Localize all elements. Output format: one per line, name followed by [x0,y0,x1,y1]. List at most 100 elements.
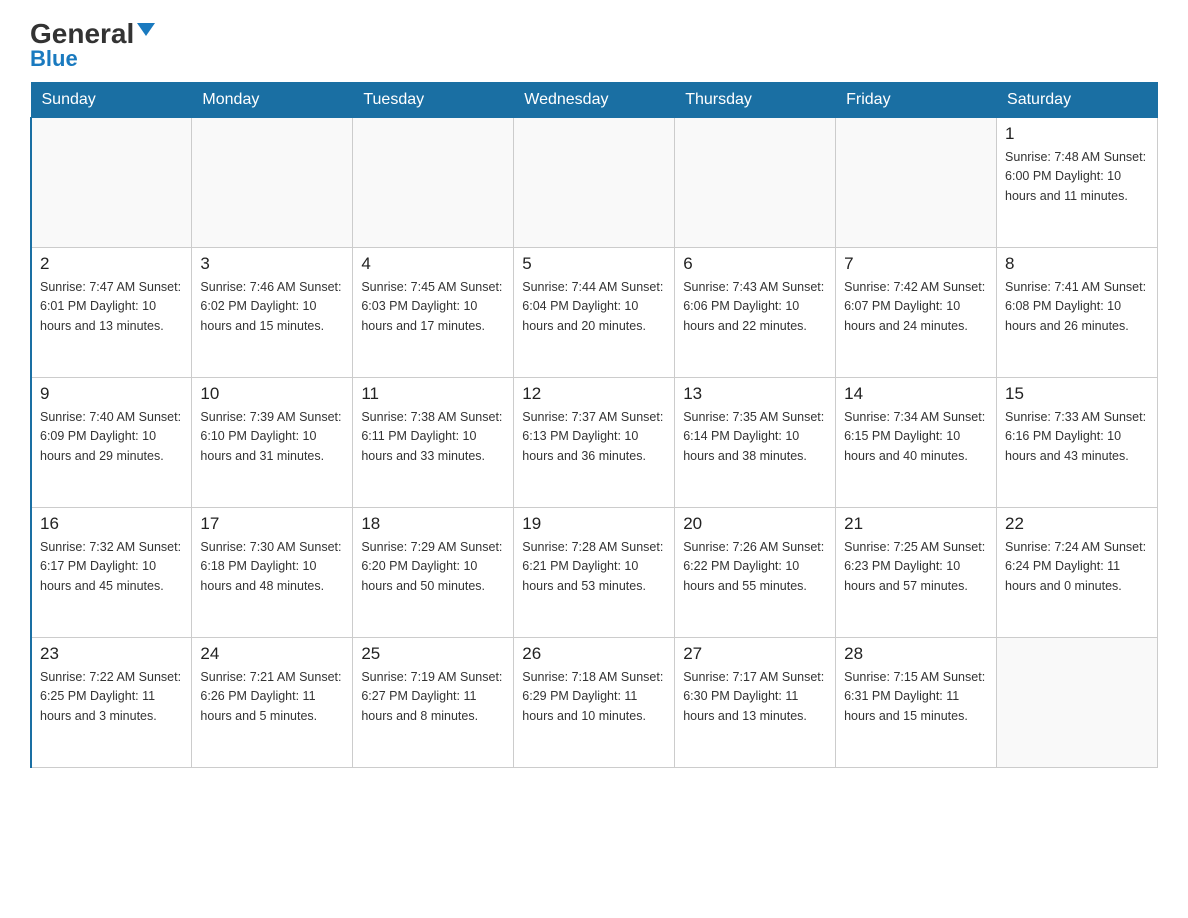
calendar-cell [514,118,675,248]
day-info: Sunrise: 7:22 AM Sunset: 6:25 PM Dayligh… [40,668,183,726]
logo: General Blue [30,20,155,72]
day-info: Sunrise: 7:47 AM Sunset: 6:01 PM Dayligh… [40,278,183,336]
calendar-cell: 3 Sunrise: 7:46 AM Sunset: 6:02 PM Daylig… [192,248,353,378]
day-number: 4 [361,254,505,274]
day-number: 3 [200,254,344,274]
calendar-cell: 17 Sunrise: 7:30 AM Sunset: 6:18 PM Dayli… [192,508,353,638]
logo-general-text: General [30,20,155,48]
header-saturday: Saturday [997,83,1158,118]
calendar-cell: 6Sunrise: 7:43 AM Sunset: 6:06 PM Daylig… [675,248,836,378]
day-info: Sunrise: 7:24 AM Sunset: 6:24 PM Dayligh… [1005,538,1149,596]
day-info: Sunrise: 7:39 AM Sunset: 6:10 PM Dayligh… [200,408,344,466]
day-number: 13 [683,384,827,404]
header-tuesday: Tuesday [353,83,514,118]
calendar-week-row: 9 Sunrise: 7:40 AM Sunset: 6:09 PM Daylig… [31,378,1158,508]
calendar-cell: 22 Sunrise: 7:24 AM Sunset: 6:24 PM Dayli… [997,508,1158,638]
calendar-cell: 26 Sunrise: 7:18 AM Sunset: 6:29 PM Dayli… [514,638,675,768]
day-info: Sunrise: 7:40 AM Sunset: 6:09 PM Dayligh… [40,408,183,466]
day-info: Sunrise: 7:18 AM Sunset: 6:29 PM Dayligh… [522,668,666,726]
calendar-cell: 23 Sunrise: 7:22 AM Sunset: 6:25 PM Dayli… [31,638,192,768]
day-info: Sunrise: 7:30 AM Sunset: 6:18 PM Dayligh… [200,538,344,596]
day-number: 12 [522,384,666,404]
day-info: Sunrise: 7:26 AM Sunset: 6:22 PM Dayligh… [683,538,827,596]
calendar-cell [192,118,353,248]
day-number: 14 [844,384,988,404]
calendar-cell: 7 Sunrise: 7:42 AM Sunset: 6:07 PM Daylig… [836,248,997,378]
day-number: 9 [40,384,183,404]
calendar-cell: 24Sunrise: 7:21 AM Sunset: 6:26 PM Dayli… [192,638,353,768]
calendar-cell: 4 Sunrise: 7:45 AM Sunset: 6:03 PM Daylig… [353,248,514,378]
calendar-table: SundayMondayTuesdayWednesdayThursdayFrid… [30,82,1158,768]
logo-blue-text: Blue [30,46,78,72]
day-info: Sunrise: 7:37 AM Sunset: 6:13 PM Dayligh… [522,408,666,466]
day-info: Sunrise: 7:29 AM Sunset: 6:20 PM Dayligh… [361,538,505,596]
day-info: Sunrise: 7:19 AM Sunset: 6:27 PM Dayligh… [361,668,505,726]
day-number: 8 [1005,254,1149,274]
day-info: Sunrise: 7:28 AM Sunset: 6:21 PM Dayligh… [522,538,666,596]
day-number: 23 [40,644,183,664]
calendar-week-row: 1 Sunrise: 7:48 AM Sunset: 6:00 PM Daylig… [31,118,1158,248]
day-number: 26 [522,644,666,664]
calendar-cell: 28 Sunrise: 7:15 AM Sunset: 6:31 PM Dayli… [836,638,997,768]
day-number: 15 [1005,384,1149,404]
calendar-cell: 21 Sunrise: 7:25 AM Sunset: 6:23 PM Dayli… [836,508,997,638]
calendar-week-row: 23 Sunrise: 7:22 AM Sunset: 6:25 PM Dayli… [31,638,1158,768]
calendar-cell: 25 Sunrise: 7:19 AM Sunset: 6:27 PM Dayli… [353,638,514,768]
calendar-cell: 5 Sunrise: 7:44 AM Sunset: 6:04 PM Daylig… [514,248,675,378]
header-thursday: Thursday [675,83,836,118]
calendar-cell: 13 Sunrise: 7:35 AM Sunset: 6:14 PM Dayli… [675,378,836,508]
header-monday: Monday [192,83,353,118]
day-number: 22 [1005,514,1149,534]
calendar-cell: 16Sunrise: 7:32 AM Sunset: 6:17 PM Dayli… [31,508,192,638]
calendar-cell: 19 Sunrise: 7:28 AM Sunset: 6:21 PM Dayli… [514,508,675,638]
calendar-cell [31,118,192,248]
day-number: 7 [844,254,988,274]
day-info: Sunrise: 7:33 AM Sunset: 6:16 PM Dayligh… [1005,408,1149,466]
calendar-cell: 15 Sunrise: 7:33 AM Sunset: 6:16 PM Dayli… [997,378,1158,508]
calendar-cell [675,118,836,248]
day-info: Sunrise: 7:41 AM Sunset: 6:08 PM Dayligh… [1005,278,1149,336]
calendar-header-row: SundayMondayTuesdayWednesdayThursdayFrid… [31,83,1158,118]
calendar-cell: 8 Sunrise: 7:41 AM Sunset: 6:08 PM Daylig… [997,248,1158,378]
day-number: 6 [683,254,827,274]
day-number: 1 [1005,124,1149,144]
day-info: Sunrise: 7:15 AM Sunset: 6:31 PM Dayligh… [844,668,988,726]
day-number: 2 [40,254,183,274]
calendar-cell: 9 Sunrise: 7:40 AM Sunset: 6:09 PM Daylig… [31,378,192,508]
calendar-cell [353,118,514,248]
day-number: 28 [844,644,988,664]
header-friday: Friday [836,83,997,118]
calendar-cell: 14 Sunrise: 7:34 AM Sunset: 6:15 PM Dayli… [836,378,997,508]
day-info: Sunrise: 7:25 AM Sunset: 6:23 PM Dayligh… [844,538,988,596]
day-info: Sunrise: 7:34 AM Sunset: 6:15 PM Dayligh… [844,408,988,466]
day-info: Sunrise: 7:38 AM Sunset: 6:11 PM Dayligh… [361,408,505,466]
day-number: 20 [683,514,827,534]
calendar-cell: 2 Sunrise: 7:47 AM Sunset: 6:01 PM Daylig… [31,248,192,378]
day-info: Sunrise: 7:42 AM Sunset: 6:07 PM Dayligh… [844,278,988,336]
calendar-cell: 10 Sunrise: 7:39 AM Sunset: 6:10 PM Dayli… [192,378,353,508]
day-info: Sunrise: 7:45 AM Sunset: 6:03 PM Dayligh… [361,278,505,336]
day-info: Sunrise: 7:48 AM Sunset: 6:00 PM Dayligh… [1005,148,1149,206]
day-number: 5 [522,254,666,274]
calendar-cell [836,118,997,248]
calendar-cell: 27 Sunrise: 7:17 AM Sunset: 6:30 PM Dayli… [675,638,836,768]
day-number: 27 [683,644,827,664]
header-wednesday: Wednesday [514,83,675,118]
day-number: 24 [200,644,344,664]
calendar-cell: 12 Sunrise: 7:37 AM Sunset: 6:13 PM Dayli… [514,378,675,508]
day-number: 25 [361,644,505,664]
day-info: Sunrise: 7:17 AM Sunset: 6:30 PM Dayligh… [683,668,827,726]
day-info: Sunrise: 7:44 AM Sunset: 6:04 PM Dayligh… [522,278,666,336]
day-info: Sunrise: 7:46 AM Sunset: 6:02 PM Dayligh… [200,278,344,336]
day-number: 11 [361,384,505,404]
calendar-cell: 20 Sunrise: 7:26 AM Sunset: 6:22 PM Dayli… [675,508,836,638]
day-number: 18 [361,514,505,534]
day-number: 21 [844,514,988,534]
day-number: 19 [522,514,666,534]
page-header: General Blue [30,20,1158,72]
day-number: 17 [200,514,344,534]
day-number: 10 [200,384,344,404]
day-info: Sunrise: 7:35 AM Sunset: 6:14 PM Dayligh… [683,408,827,466]
header-sunday: Sunday [31,83,192,118]
calendar-week-row: 2 Sunrise: 7:47 AM Sunset: 6:01 PM Daylig… [31,248,1158,378]
